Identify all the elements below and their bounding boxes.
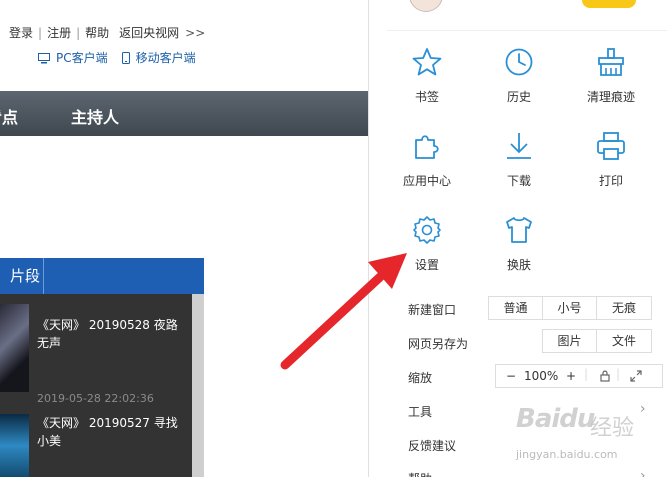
puzzle-icon xyxy=(384,131,470,161)
menu-download[interactable]: 下载 xyxy=(476,131,562,201)
menu-skin[interactable]: 换肤 xyxy=(476,215,562,285)
shirt-icon xyxy=(476,215,562,245)
zoom-control: − 100% + | | xyxy=(495,364,663,388)
menu-history[interactable]: 历史 xyxy=(476,47,562,117)
scrollbar[interactable] xyxy=(192,294,204,477)
client-links: PC客户端 移动客户端 xyxy=(38,49,196,67)
menu-settings[interactable]: 设置 xyxy=(384,215,470,285)
video-thumbnail[interactable] xyxy=(0,414,29,477)
zoom-out-button[interactable]: − xyxy=(506,369,516,383)
login-link[interactable]: 登录 xyxy=(9,24,33,41)
back-to-cctv-link[interactable]: 返回央视网 xyxy=(119,24,179,41)
menu-label: 设置 xyxy=(414,258,439,272)
new-window-private-button[interactable]: 无痕 xyxy=(597,297,651,319)
new-window-small-button[interactable]: 小号 xyxy=(543,297,597,319)
video-time: 2019-05-28 22:02:36 xyxy=(37,392,154,405)
phone-icon xyxy=(121,52,130,67)
video-title[interactable]: 《天网》 20190528 夜路无声 xyxy=(37,316,187,352)
chevron-right-icon: › xyxy=(640,468,646,477)
watermark-brand: Baidu xyxy=(516,404,595,434)
gear-icon xyxy=(384,215,470,245)
menu-app-center[interactable]: 应用中心 xyxy=(384,131,470,201)
video-list: 《天网》 20190528 夜路无声 2019-05-28 22:02:36 《… xyxy=(0,294,204,477)
broom-icon xyxy=(568,47,654,77)
menu-label: 下载 xyxy=(506,174,531,188)
save-as-file-button[interactable]: 文件 xyxy=(597,330,651,352)
nav-item-host[interactable]: 主持人 xyxy=(71,104,119,128)
menu-label: 历史 xyxy=(506,90,531,104)
divider xyxy=(387,30,667,31)
video-tabbar: 片段 xyxy=(0,258,204,294)
fullscreen-icon[interactable] xyxy=(630,370,642,385)
save-as-group: 图片 文件 xyxy=(542,329,652,353)
zoom-label: 缩放 xyxy=(408,371,433,385)
new-window-label: 新建窗口 xyxy=(408,303,457,317)
zoom-in-button[interactable]: + xyxy=(566,369,576,383)
save-as-image-button[interactable]: 图片 xyxy=(543,330,597,352)
menu-help[interactable]: 帮助 xyxy=(408,470,432,477)
pc-client-link[interactable]: PC客户端 xyxy=(56,51,108,65)
zoom-value: 100% xyxy=(524,369,559,383)
help-link[interactable]: 帮助 xyxy=(85,24,109,41)
watermark-cn: 经验 xyxy=(590,416,635,441)
tab-clips[interactable]: 片段 xyxy=(0,258,44,294)
main-navbar: 看点 主持人 xyxy=(0,91,368,136)
menu-label: 换肤 xyxy=(506,258,531,272)
watermark-url: jingyan.baidu.com xyxy=(516,448,618,461)
more-link[interactable]: >> xyxy=(185,26,205,40)
monitor-icon xyxy=(38,53,50,67)
lock-icon[interactable] xyxy=(600,370,610,385)
menu-feedback[interactable]: 反馈建议 xyxy=(408,437,456,454)
new-window-normal-button[interactable]: 普通 xyxy=(489,297,543,319)
menu-label: 书签 xyxy=(414,90,439,104)
menu-tools[interactable]: 工具 xyxy=(408,403,432,420)
video-title[interactable]: 《天网》 20190527 寻找小美 xyxy=(37,414,187,450)
download-icon xyxy=(476,131,562,161)
register-link[interactable]: 注册 xyxy=(47,24,71,41)
save-as-label: 网页另存为 xyxy=(408,337,469,351)
mobile-client-link[interactable]: 移动客户端 xyxy=(136,51,196,65)
menu-label: 应用中心 xyxy=(402,174,451,188)
clock-icon xyxy=(476,47,562,77)
menu-bookmarks[interactable]: 书签 xyxy=(384,47,470,117)
avatar[interactable] xyxy=(409,0,443,12)
printer-icon xyxy=(568,131,654,161)
new-window-group: 普通 小号 无痕 xyxy=(488,296,652,320)
menu-print[interactable]: 打印 xyxy=(568,131,654,201)
menu-label: 打印 xyxy=(598,174,623,188)
login-badge[interactable] xyxy=(582,0,636,8)
nav-item-kandian[interactable]: 看点 xyxy=(0,104,18,128)
video-thumbnail[interactable] xyxy=(0,304,29,392)
baidu-jingyan-watermark: Baidu 经验 jingyan.baidu.com xyxy=(516,404,672,464)
menu-label: 清理痕迹 xyxy=(586,90,635,104)
menu-clear-traces[interactable]: 清理痕迹 xyxy=(568,47,654,117)
star-icon xyxy=(384,47,470,77)
